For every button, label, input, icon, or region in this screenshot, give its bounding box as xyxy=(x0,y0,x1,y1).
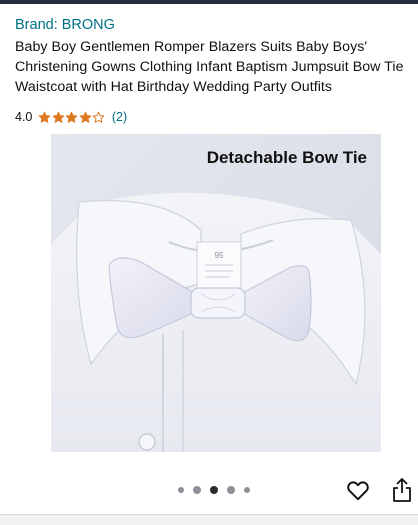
pager-dot[interactable] xyxy=(227,486,235,494)
image-caption: Detachable Bow Tie xyxy=(206,148,367,167)
brand-link[interactable]: Brand: BRONG xyxy=(15,16,115,34)
pager-dot[interactable] xyxy=(193,486,201,494)
bottom-strip xyxy=(0,515,418,525)
product-image-gallery[interactable]: 95 Detachable Bow Tie xyxy=(0,128,418,468)
heart-icon xyxy=(347,481,369,501)
star-filled-icon xyxy=(66,111,78,123)
star-filled-icon xyxy=(39,111,51,123)
pager-dot-active[interactable] xyxy=(210,486,218,494)
share-button[interactable] xyxy=(391,476,413,504)
image-pager-dots[interactable] xyxy=(178,486,259,494)
pager-dot[interactable] xyxy=(244,487,250,493)
romper-collar-bow-tie-image: 95 xyxy=(51,134,381,452)
star-filled-icon xyxy=(52,111,65,123)
rating-row[interactable]: 4.0 (2) xyxy=(15,108,127,126)
pager-dot[interactable] xyxy=(178,487,184,493)
top-app-bar-edge xyxy=(0,0,418,4)
star-rating[interactable] xyxy=(38,111,106,124)
product-title: Baby Boy Gentlemen Romper Blazers Suits … xyxy=(15,39,404,95)
star-filled-icon xyxy=(79,111,92,123)
rating-value: 4.0 xyxy=(15,110,33,124)
svg-text:95: 95 xyxy=(215,251,224,260)
star-empty-icon xyxy=(93,111,105,123)
product-photo[interactable]: 95 Detachable Bow Tie xyxy=(51,134,381,452)
review-count-link[interactable]: (2) xyxy=(112,110,127,124)
favorite-button[interactable] xyxy=(345,477,371,503)
share-icon xyxy=(393,478,411,502)
gallery-controls xyxy=(0,472,418,508)
